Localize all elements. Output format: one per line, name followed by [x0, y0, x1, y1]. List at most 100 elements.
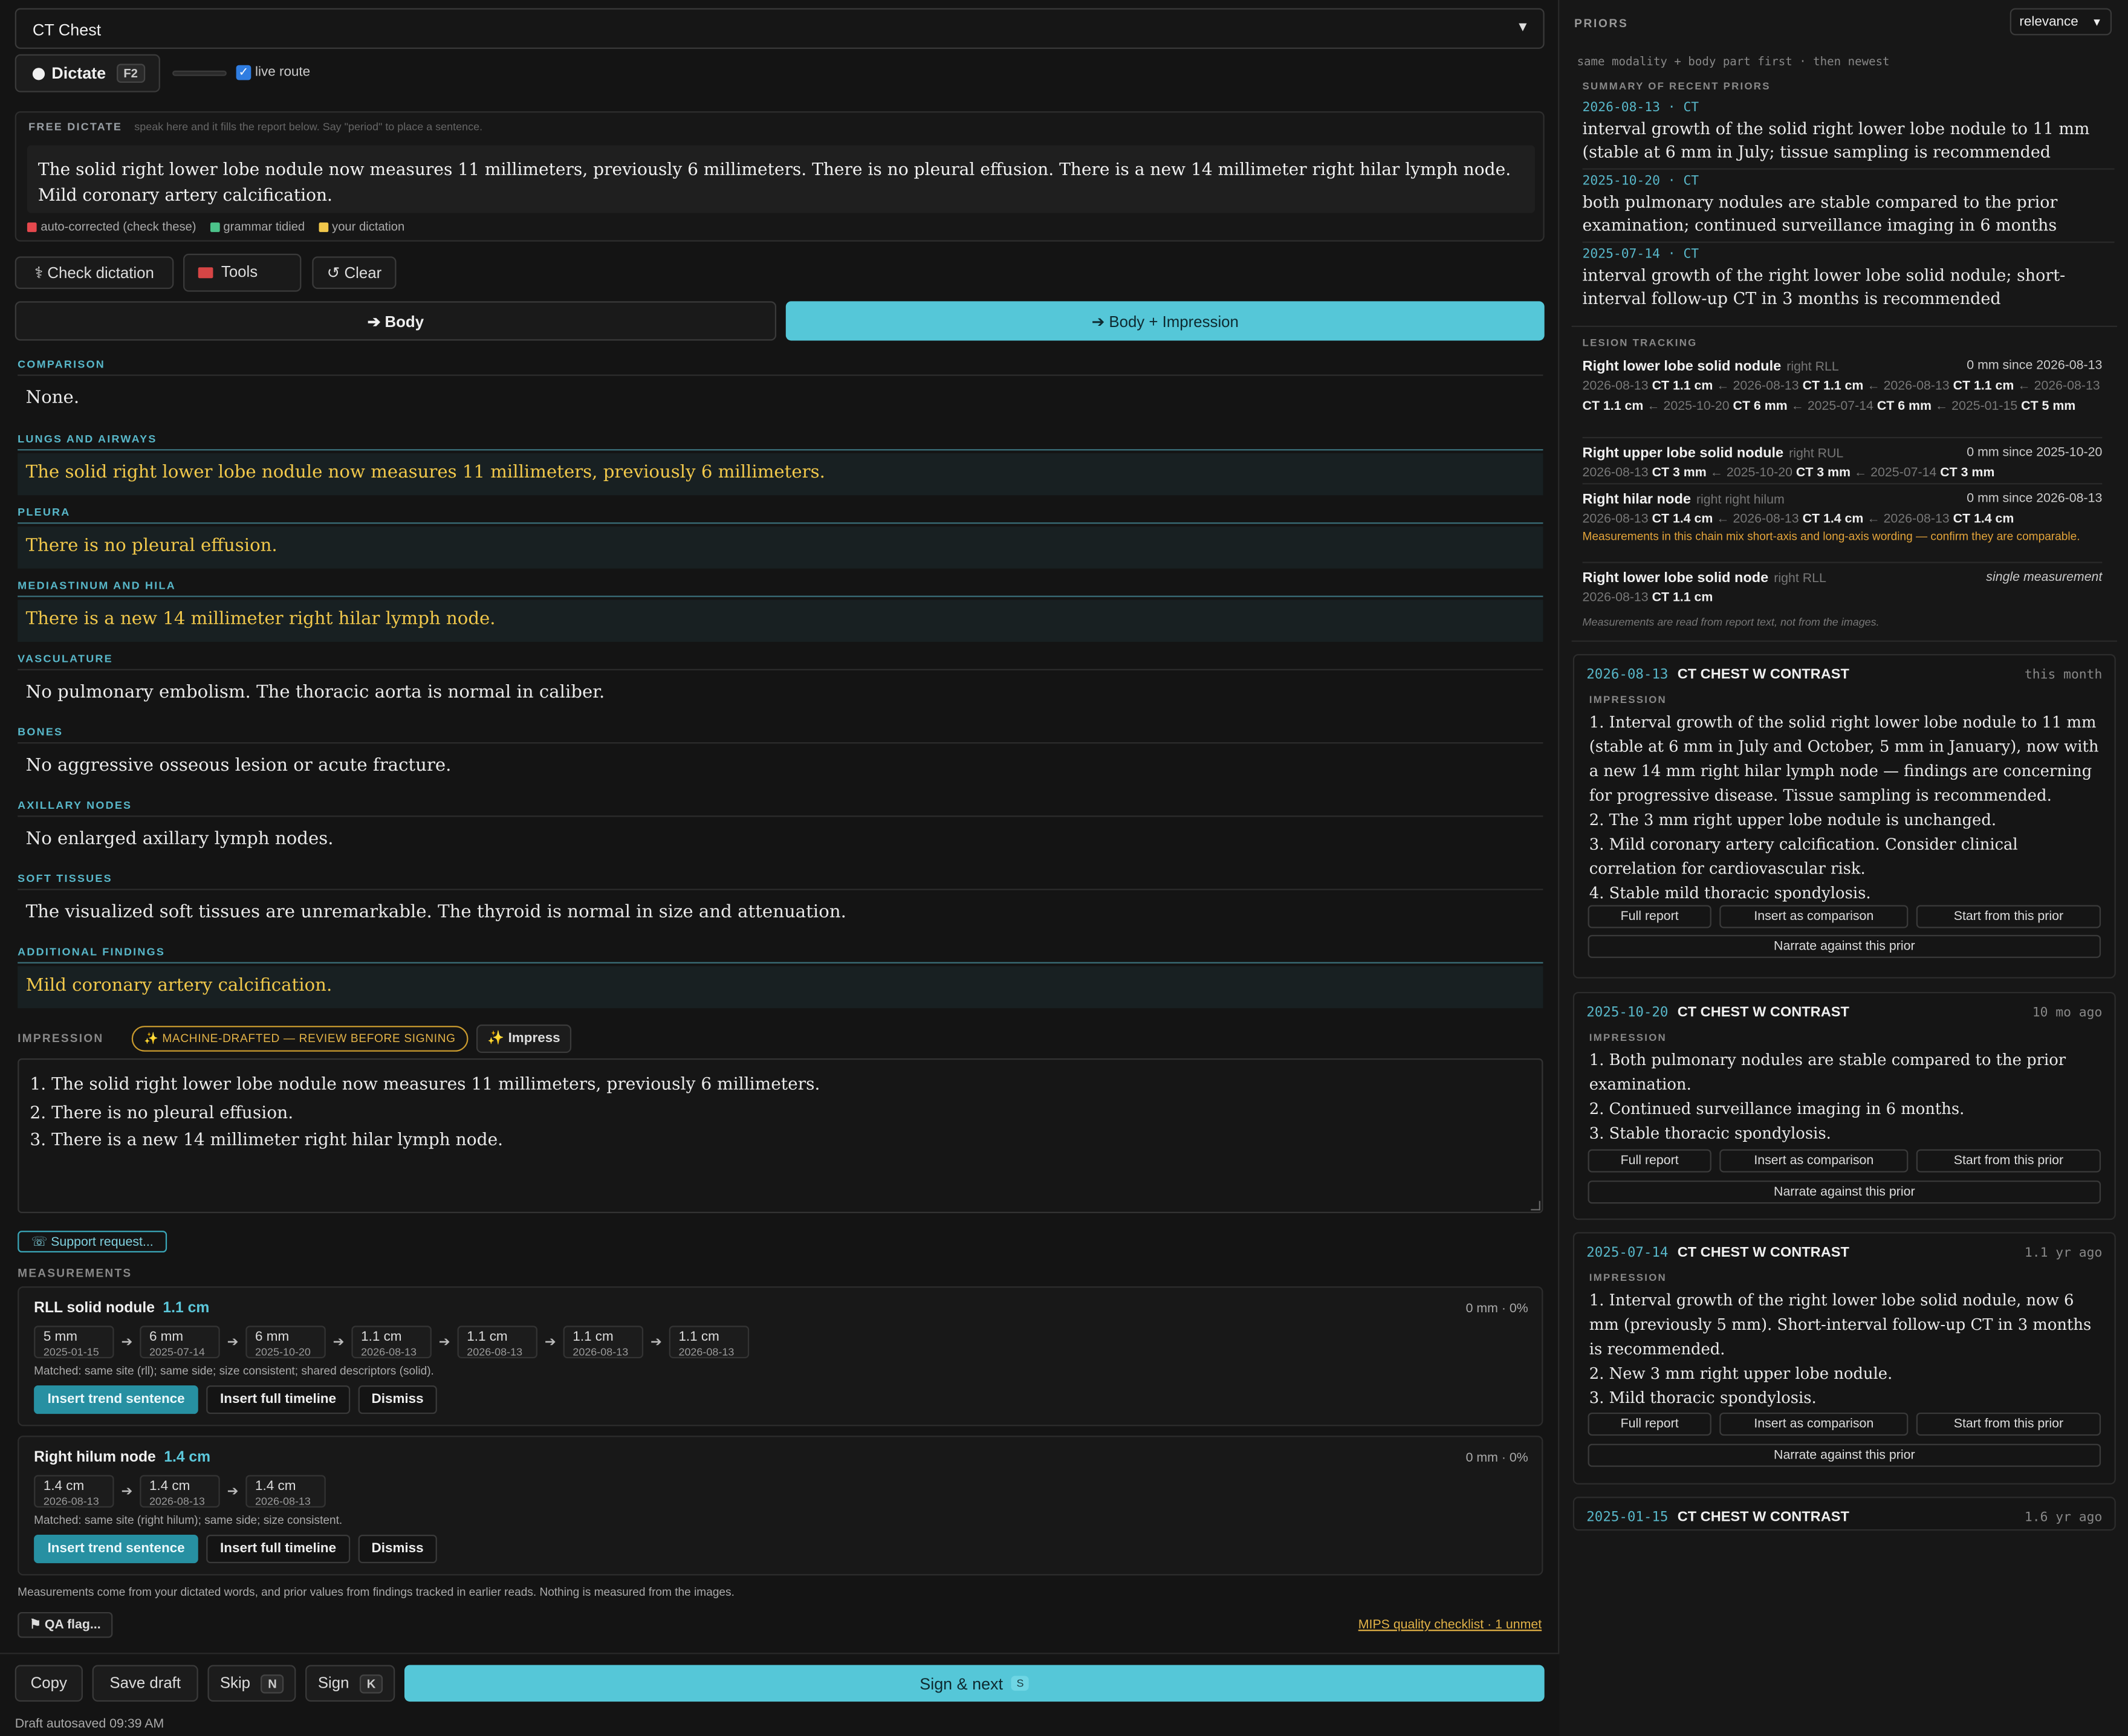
lesion-since: 0 mm since 2026-08-13	[1967, 491, 2103, 507]
start-from-prior-button[interactable]: Start from this prior	[1916, 1412, 2101, 1436]
measurement-change: 0 mm · 0%	[1465, 1450, 1528, 1466]
measurement-timeline: 1.4 cm 2026-08-13 ➔ 1.4 cm 2026-08-13 ➔ 1.4 cm…	[34, 1475, 326, 1508]
lesion-chain: 2026-08-13 CT 1.1 cm	[1583, 588, 2103, 608]
prior-impression-line: 3. Mild thoracic spondylosis.	[1589, 1388, 1817, 1407]
skip-button[interactable]: Skip N	[207, 1665, 296, 1702]
check-dictation-label: ⚕ Check dictation	[34, 266, 154, 282]
qa-flag-button[interactable]: ⚑ QA flag...	[18, 1611, 113, 1638]
route-body-impression-label: ➔ Body + Impression	[1091, 314, 1239, 331]
priors-sort-value: relevance	[2019, 15, 2078, 30]
section-text[interactable]: Mild coronary artery calcification.	[18, 966, 1543, 1008]
legend-item: auto-corrected (check these)	[27, 220, 196, 233]
narrate-against-prior-button[interactable]: Narrate against this prior	[1588, 1443, 2101, 1467]
tools-button[interactable]: Tools	[183, 253, 302, 292]
dismiss-button[interactable]: Dismiss	[358, 1385, 438, 1414]
start-from-prior-button[interactable]: Start from this prior	[1916, 1149, 2101, 1173]
priors-sort-select[interactable]: relevance ▼	[2010, 8, 2112, 36]
impression-line: 3. There is a new 14 millimeter right hi…	[30, 1129, 504, 1150]
start-from-prior-button[interactable]: Start from this prior	[1916, 905, 2101, 928]
section-text[interactable]: No enlarged axillary lymph nodes.	[18, 820, 1543, 862]
prior-date: 2026-08-13	[1586, 667, 1669, 683]
section-text[interactable]: There is a new 14 millimeter right hilar…	[18, 600, 1543, 642]
lesion-chain: 2026-08-13 CT 1.1 cm ← 2026-08-13 CT 1.1…	[1583, 376, 2103, 416]
match-reason: Matched: same site (right hilum); same s…	[34, 1513, 343, 1527]
copy-button[interactable]: Copy	[15, 1665, 83, 1702]
measurement-value: 1.1 cm	[163, 1300, 210, 1317]
live-route-checkbox[interactable]: ✓	[236, 65, 251, 80]
measurement-change: 0 mm · 0%	[1465, 1301, 1528, 1317]
lesion-tracking-note: Measurements are read from report text, …	[1582, 616, 1880, 629]
section-text[interactable]: The solid right lower lobe nodule now me…	[18, 453, 1543, 496]
chain-date: 2026-08-13	[1733, 511, 1799, 527]
section-divider	[18, 522, 1543, 524]
chip-date: 2025-10-20	[255, 1346, 311, 1359]
insert-timeline-button[interactable]: Insert full timeline	[206, 1534, 350, 1564]
full-report-button[interactable]: Full report	[1588, 1412, 1711, 1436]
chain-value: CT 1.1 cm	[1953, 378, 2014, 394]
prior-title: CT CHEST W CONTRAST	[1677, 666, 1849, 683]
summary-date: 2025-07-14 · CT	[1582, 247, 1699, 262]
free-dictate-textarea[interactable]: The solid right lower lobe nodule now me…	[27, 145, 1535, 213]
exam-select[interactable]: CT Chest ▼	[15, 8, 1545, 49]
lesion-divider	[1582, 436, 2103, 439]
chain-date: 2026-08-13	[1582, 378, 1649, 394]
check-dictation-button[interactable]: ⚕ Check dictation	[15, 256, 174, 290]
chip-value: 1.1 cm	[678, 1330, 719, 1345]
lesion-name: Right upper lobe solid nodule	[1582, 445, 1784, 462]
legend-label: your dictation	[332, 219, 405, 234]
prior-title: CT CHEST W CONTRAST	[1677, 1244, 1849, 1261]
full-report-button[interactable]: Full report	[1588, 905, 1711, 928]
chain-date: 2025-07-14	[1870, 465, 1937, 481]
insert-trend-button[interactable]: Insert trend sentence	[34, 1385, 199, 1414]
prior-impression-label: IMPRESSION	[1589, 1031, 1667, 1044]
narrate-against-prior-button[interactable]: Narrate against this prior	[1588, 1181, 2101, 1204]
arrow-left-icon: ←	[1706, 465, 1727, 481]
summary-divider	[1582, 241, 2115, 243]
section-text[interactable]: There is no pleural effusion.	[18, 526, 1543, 569]
chain-value: CT 6 mm	[1877, 399, 1932, 414]
chip-value: 6 mm	[149, 1330, 184, 1345]
impress-button[interactable]: ✨ Impress	[476, 1024, 572, 1054]
arrow-right-icon: ➔	[121, 1334, 133, 1350]
impression-textarea[interactable]: 1. The solid right lower lobe nodule now…	[18, 1058, 1543, 1213]
legend-label: grammar tidied	[223, 219, 305, 234]
arrow-left-icon: ←	[1713, 511, 1733, 527]
route-body-impression-button[interactable]: ➔ Body + Impression	[785, 301, 1545, 341]
clear-button[interactable]: ↺ Clear	[312, 256, 397, 290]
insert-timeline-button[interactable]: Insert full timeline	[206, 1385, 350, 1414]
narrate-against-prior-button[interactable]: Narrate against this prior	[1588, 934, 2101, 958]
dismiss-button[interactable]: Dismiss	[358, 1534, 438, 1564]
section-text[interactable]: None.	[18, 378, 1543, 421]
lesion-location: right right hilum	[1696, 492, 1785, 508]
summary-date: 2025-10-20 · CT	[1582, 173, 1699, 189]
machine-drafted-badge: ✨ MACHINE-DRAFTED — REVIEW BEFORE SIGNIN…	[131, 1026, 468, 1052]
section-text[interactable]: The visualized soft tissues are unremark…	[18, 893, 1543, 935]
insert-trend-button[interactable]: Insert trend sentence	[34, 1534, 199, 1564]
measurements-label: MEASUREMENTS	[18, 1266, 132, 1280]
resize-handle-icon[interactable]	[1531, 1200, 1540, 1211]
timeline-chip: 5 mm 2025-01-15	[34, 1326, 114, 1359]
impress-label: ✨ Impress	[487, 1031, 560, 1046]
route-body-button[interactable]: ➔ Body	[15, 301, 777, 341]
section-text[interactable]: No pulmonary embolism. The thoracic aort…	[18, 673, 1543, 715]
arrow-left-icon: ←	[1863, 378, 1884, 394]
toolbox-icon	[198, 267, 213, 279]
full-report-button[interactable]: Full report	[1588, 1149, 1711, 1173]
support-request-button[interactable]: ☏ Support request...	[18, 1231, 167, 1253]
sign-button[interactable]: Sign K	[305, 1665, 395, 1702]
chip-date: 2026-08-13	[467, 1346, 523, 1359]
lesion-since: 0 mm since 2025-10-20	[1967, 445, 2103, 461]
chain-value: CT 3 mm	[1652, 465, 1707, 481]
prior-impression-line: 3. Stable thoracic spondylosis.	[1589, 1123, 1831, 1143]
prior-card: 2025-01-15 CT CHEST W CONTRAST 1.6 yr ago	[1572, 1497, 2116, 1531]
insert-comparison-button[interactable]: Insert as comparison	[1719, 1149, 1909, 1173]
mic-level-slider[interactable]	[172, 70, 227, 76]
lesion-warning: Measurements in this chain mix short-axi…	[1582, 529, 2080, 543]
section-text[interactable]: No aggressive osseous lesion or acute fr…	[18, 747, 1543, 789]
sign-and-next-button[interactable]: Sign & next S	[404, 1665, 1545, 1702]
dictate-button[interactable]: Dictate F2	[15, 54, 160, 92]
insert-comparison-button[interactable]: Insert as comparison	[1719, 905, 1909, 928]
save-draft-button[interactable]: Save draft	[92, 1665, 198, 1702]
mips-checklist-link[interactable]: MIPS quality checklist · 1 unmet	[1358, 1618, 1542, 1633]
insert-comparison-button[interactable]: Insert as comparison	[1719, 1412, 1909, 1436]
